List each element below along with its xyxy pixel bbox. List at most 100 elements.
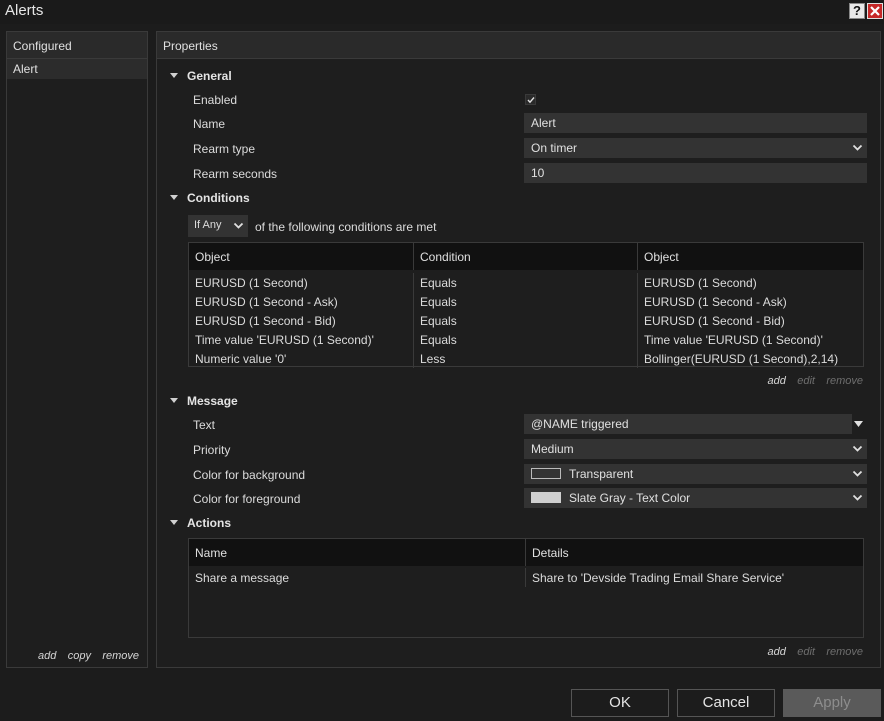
rearm-type-value: On timer [531, 141, 578, 155]
column-header[interactable]: Condition [414, 243, 638, 270]
table-cell: Numeric value '0' [189, 349, 414, 368]
section-message-label: Message [187, 394, 238, 408]
message-text-label: Text [193, 418, 216, 432]
priority-label: Priority [193, 443, 231, 457]
fg-color-label: Color for foreground [193, 492, 301, 506]
condition-mode-value: If Any [194, 219, 222, 231]
caret-down-icon[interactable] [854, 421, 863, 427]
configured-add-link[interactable]: add [38, 650, 56, 662]
section-actions[interactable]: Actions [170, 516, 231, 530]
enabled-label: Enabled [193, 93, 238, 107]
table-row[interactable]: EURUSD (1 Second - Ask) Equals EURUSD (1… [189, 292, 863, 311]
rearm-seconds-field[interactable]: 10 [524, 163, 867, 183]
message-text-field[interactable]: @NAME triggered [524, 414, 852, 434]
actions-add-link[interactable]: add [768, 646, 786, 658]
ok-button[interactable]: OK [571, 689, 669, 717]
table-cell: Equals [414, 330, 638, 349]
condition-mode-suffix: of the following conditions are met [255, 220, 437, 234]
fg-color-value: Slate Gray - Text Color [569, 491, 691, 505]
help-icon[interactable]: ? [849, 3, 865, 19]
window-title: Alerts [5, 2, 44, 19]
collapse-arrow-icon [170, 520, 178, 525]
table-cell: Less [414, 349, 638, 368]
column-header[interactable]: Object [638, 243, 863, 270]
conditions-actions: add edit remove [657, 373, 863, 387]
apply-button[interactable]: Apply [783, 689, 881, 717]
table-cell: EURUSD (1 Second) [644, 276, 757, 290]
conditions-edit-link[interactable]: edit [797, 375, 815, 387]
table-cell: Equals [414, 311, 638, 330]
close-icon[interactable] [867, 3, 883, 19]
table-cell: EURUSD (1 Second - Ask) [644, 295, 787, 309]
properties-panel: Properties General Enabled Name Alert Re… [156, 31, 881, 668]
chevron-down-icon [852, 445, 863, 452]
collapse-arrow-icon [170, 398, 178, 403]
title-bar: Alerts ? [0, 0, 884, 24]
bg-color-swatch [531, 468, 561, 479]
table-row[interactable]: EURUSD (1 Second) Equals EURUSD (1 Secon… [189, 273, 863, 292]
table-cell: EURUSD (1 Second) [189, 273, 414, 292]
condition-mode-select[interactable]: If Any [188, 215, 248, 237]
section-actions-label: Actions [187, 516, 232, 530]
table-row[interactable]: EURUSD (1 Second - Bid) Equals EURUSD (1… [189, 311, 863, 330]
rearm-type-label: Rearm type [193, 142, 256, 156]
column-header[interactable]: Object [189, 243, 414, 270]
chevron-down-icon [852, 470, 863, 477]
column-header[interactable]: Details [526, 539, 863, 566]
priority-value: Medium [531, 442, 574, 456]
enabled-checkbox[interactable] [525, 94, 536, 105]
section-conditions-label: Conditions [187, 191, 250, 205]
bg-color-select[interactable]: Transparent [524, 464, 867, 484]
table-row[interactable]: Share a message Share to 'Devside Tradin… [189, 568, 863, 587]
column-header[interactable]: Name [189, 539, 526, 566]
chevron-down-icon [852, 494, 863, 501]
actions-grid: Name Details Share a message Share to 'D… [188, 538, 864, 638]
table-cell: Time value 'EURUSD (1 Second)' [644, 333, 823, 347]
rearm-type-select[interactable]: On timer [524, 138, 867, 158]
actions-grid-header: Name Details [189, 539, 863, 566]
actions-actions: add edit remove [657, 644, 863, 658]
section-conditions[interactable]: Conditions [170, 191, 250, 205]
table-row[interactable]: Numeric value '0' Less Bollinger(EURUSD … [189, 349, 863, 368]
table-cell: Share to 'Devside Trading Email Share Se… [532, 571, 785, 585]
configured-header: Configured [7, 32, 147, 59]
actions-edit-link[interactable]: edit [797, 646, 815, 658]
priority-select[interactable]: Medium [524, 439, 867, 459]
table-cell: EURUSD (1 Second - Bid) [189, 311, 414, 330]
collapse-arrow-icon [170, 195, 178, 200]
rearm-seconds-label: Rearm seconds [193, 167, 278, 181]
actions-remove-link[interactable]: remove [826, 646, 863, 658]
section-message[interactable]: Message [170, 394, 238, 408]
chevron-down-icon [852, 144, 863, 151]
bg-color-value: Transparent [569, 467, 634, 481]
cancel-button[interactable]: Cancel [677, 689, 775, 717]
configured-copy-link[interactable]: copy [68, 650, 91, 662]
name-field[interactable]: Alert [524, 113, 867, 133]
fg-color-swatch [531, 492, 561, 503]
configured-remove-link[interactable]: remove [102, 650, 139, 662]
collapse-arrow-icon [170, 73, 178, 78]
properties-header: Properties [157, 32, 880, 59]
name-label: Name [193, 117, 226, 131]
table-cell: Share a message [189, 568, 526, 587]
table-cell: Equals [414, 273, 638, 292]
conditions-remove-link[interactable]: remove [826, 375, 863, 387]
bg-color-label: Color for background [193, 468, 306, 482]
section-general[interactable]: General [170, 69, 232, 83]
conditions-grid-header: Object Condition Object [189, 243, 863, 270]
table-cell: EURUSD (1 Second - Bid) [644, 314, 785, 328]
chevron-down-icon [233, 222, 244, 229]
conditions-grid: Object Condition Object EURUSD (1 Second… [188, 242, 864, 368]
table-cell: Bollinger(EURUSD (1 Second),2,14) [644, 352, 839, 366]
table-row[interactable]: Time value 'EURUSD (1 Second)' Equals Ti… [189, 330, 863, 349]
fg-color-select[interactable]: Slate Gray - Text Color [524, 488, 867, 508]
table-cell: EURUSD (1 Second - Ask) [189, 292, 414, 311]
table-cell: Equals [414, 292, 638, 311]
conditions-add-link[interactable]: add [768, 375, 786, 387]
configured-actions: add copy remove [7, 648, 147, 662]
configured-panel: Configured Alert add copy remove [6, 31, 148, 668]
checkmark-icon [527, 97, 535, 104]
section-general-label: General [187, 69, 232, 83]
configured-item-alert[interactable]: Alert [7, 59, 147, 79]
table-cell: Time value 'EURUSD (1 Second)' [189, 330, 414, 349]
